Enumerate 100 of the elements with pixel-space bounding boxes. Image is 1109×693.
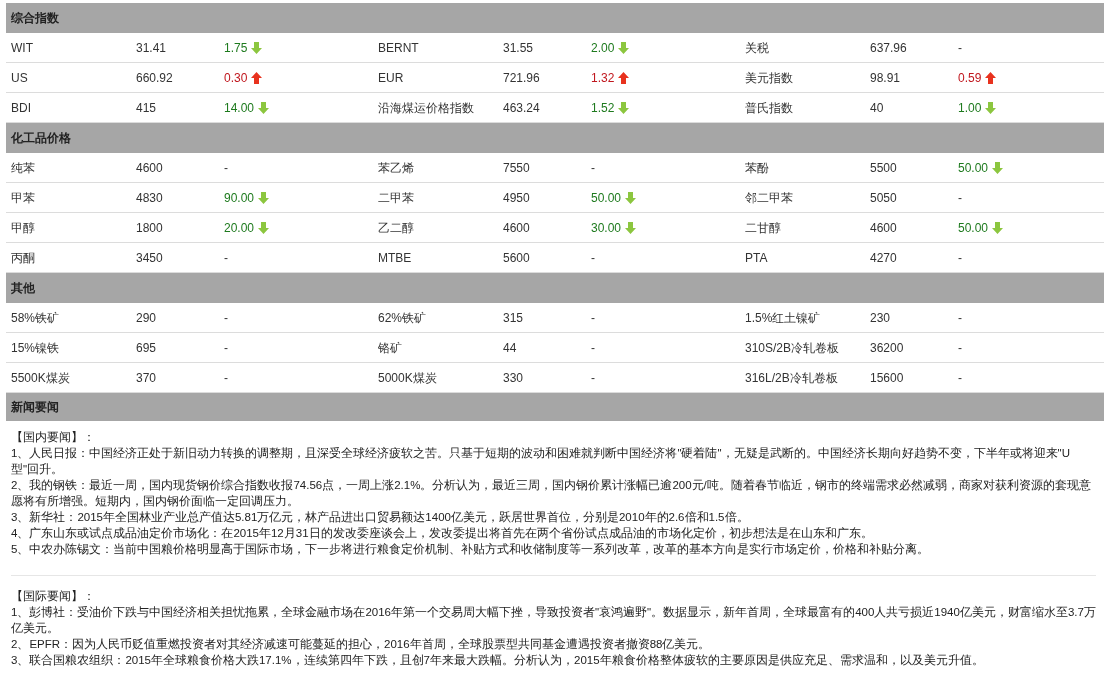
item-change: 2.00 xyxy=(591,39,615,57)
item-change: - xyxy=(958,189,962,207)
item-change: 20.00 xyxy=(224,219,255,237)
item-change: 30.00 xyxy=(591,219,622,237)
item-change: 50.00 xyxy=(591,189,622,207)
item-value: 4600 xyxy=(136,159,164,177)
news-item: 3、新华社：2015年全国林业产业总产值达5.81万亿元，林产品进出口贸易额达1400亿美元，跃居世界首位，分别是2010年的2.6倍和1.5倍。 xyxy=(11,510,750,525)
item-change: 14.00 xyxy=(224,99,255,117)
item-value: 4600 xyxy=(503,219,531,237)
item-change: - xyxy=(958,309,962,327)
item-value: 370 xyxy=(136,369,158,387)
item-name: 纯苯 xyxy=(10,159,36,177)
item-change: - xyxy=(958,339,962,357)
item-value: 4830 xyxy=(136,189,164,207)
item-name: 15%镍铁 xyxy=(10,339,61,357)
item-change: - xyxy=(224,309,228,327)
item-change: 50.00 xyxy=(958,159,989,177)
news-item: 3、联合国粮农组织：2015年全球粮食价格大跌17.1%，连续第四年下跌，且创7年来最大跌幅。分析认为，2015年粮食价格整体疲软的主要原因是供应充足、需求温和，以及美元升值。 xyxy=(11,653,985,668)
item-name: 310S/2B冷轧卷板 xyxy=(744,339,841,357)
item-change: - xyxy=(591,249,595,267)
item-value: 15600 xyxy=(870,369,905,387)
item-change: - xyxy=(224,249,228,267)
item-change: - xyxy=(591,159,595,177)
item-change: - xyxy=(591,369,595,387)
item-value: 230 xyxy=(870,309,892,327)
item-name: 关税 xyxy=(744,39,770,57)
item-change: - xyxy=(224,339,228,357)
item-value: 330 xyxy=(503,369,525,387)
item-value: 290 xyxy=(136,309,158,327)
item-value: 4600 xyxy=(870,219,898,237)
item-value: 4270 xyxy=(870,249,898,267)
item-name: 甲醇 xyxy=(10,219,36,237)
item-name: 二甲苯 xyxy=(377,189,415,207)
news-item: 1、人民日报：中国经济正处于新旧动力转换的调整期，且深受全球经济疲软之苦。只基于短期的波动和困难就判断中国经济将"硬着陆"，无疑是武断的。中国经济长期向好趋势不变，下半年或将迎来"U型"回升。 xyxy=(11,446,1071,477)
item-name: BERNT xyxy=(377,39,420,57)
item-name: 乙二醇 xyxy=(377,219,415,237)
item-value: 660.92 xyxy=(136,69,174,87)
item-change: 1.75 xyxy=(224,39,248,57)
item-change: - xyxy=(958,249,962,267)
item-change: 0.59 xyxy=(958,69,982,87)
item-name: 丙酮 xyxy=(10,249,36,267)
news-item: 2、我的钢铁：最近一周，国内现货钢价综合指数收报74.56点，一周上涨2.1%。分析认为，最近三周，国内钢价累计涨幅已逾200元/吨。随着春节临近，钢市的终端需求必然减弱，商家对获利资源的套现意愿将有所增强。短期内，国内钢价面临一定回调压力。 xyxy=(11,478,1092,509)
item-value: 315 xyxy=(503,309,525,327)
section-header: 新闻要闻 xyxy=(6,393,1104,421)
item-change: 1.52 xyxy=(591,99,615,117)
item-name: 铬矿 xyxy=(377,339,403,357)
item-value: 98.91 xyxy=(870,69,902,87)
item-value: 44 xyxy=(503,339,518,357)
item-change: - xyxy=(958,369,962,387)
item-name: 甲苯 xyxy=(10,189,36,207)
item-name: 1.5%红土镍矿 xyxy=(744,309,822,327)
item-value: 5600 xyxy=(503,249,531,267)
item-value: 5500 xyxy=(870,159,898,177)
item-value: 40 xyxy=(870,99,885,117)
news-heading: 【国内要闻】： xyxy=(11,430,96,445)
item-name: 5000K煤炭 xyxy=(377,369,438,387)
item-name: 普氏指数 xyxy=(744,99,794,117)
item-value: 7550 xyxy=(503,159,531,177)
item-value: 4950 xyxy=(503,189,531,207)
section-header: 其他 xyxy=(6,273,1104,303)
news-item: 1、彭博社：受油价下跌与中国经济相关担忧拖累，全球金融市场在2016年第一个交易周大幅下挫，导致投资者"哀鸿遍野"。数据显示，新年首周，全球最富有的400人共亏损近1940亿美元，财富缩水至3.7万亿美元。 xyxy=(11,605,1096,636)
item-name: BDI xyxy=(10,99,32,117)
item-name: PTA xyxy=(744,249,769,267)
item-change: 1.00 xyxy=(958,99,982,117)
item-name: 苯乙烯 xyxy=(377,159,415,177)
item-name: 58%铁矿 xyxy=(10,309,61,327)
item-name: WIT xyxy=(10,39,34,57)
item-change: 0.30 xyxy=(224,69,248,87)
item-name: 二甘醇 xyxy=(744,219,782,237)
item-name: 5500K煤炭 xyxy=(10,369,71,387)
news-item: 2、EPFR：因为人民币贬值重燃投资者对其经济减速可能蔓延的担心，2016年首周，全球股票型共同基金遭遇投资者撤资88亿美元。 xyxy=(11,637,712,652)
news-heading: 【国际要闻】： xyxy=(11,589,96,604)
item-name: 62%铁矿 xyxy=(377,309,428,327)
item-name: EUR xyxy=(377,69,405,87)
item-value: 5050 xyxy=(870,189,898,207)
item-value: 1800 xyxy=(136,219,164,237)
item-change: 1.32 xyxy=(591,69,615,87)
section-header: 化工品价格 xyxy=(6,123,1104,153)
item-change: 90.00 xyxy=(224,189,255,207)
item-change: - xyxy=(224,159,228,177)
item-change: - xyxy=(958,39,962,57)
news-item: 5、中农办陈锡文：当前中国粮价格明显高于国际市场，下一步将进行粮食定价机制、补贴方式和收储制度等一系列改革，改革的基本方向是实行市场定价，价格和补贴分离。 xyxy=(11,542,931,557)
item-value: 721.96 xyxy=(503,69,541,87)
item-name: 沿海煤运价格指数 xyxy=(377,99,475,117)
item-change: 50.00 xyxy=(958,219,989,237)
item-name: US xyxy=(10,69,29,87)
item-name: 316L/2B冷轧卷板 xyxy=(744,369,839,387)
item-name: 苯酚 xyxy=(744,159,770,177)
item-name: 美元指数 xyxy=(744,69,794,87)
item-value: 3450 xyxy=(136,249,164,267)
item-change: - xyxy=(591,309,595,327)
item-change: - xyxy=(591,339,595,357)
item-value: 637.96 xyxy=(870,39,908,57)
item-value: 36200 xyxy=(870,339,905,357)
news-item: 4、广东山东或试点成品油定价市场化：在2015年12月31日的发改委座谈会上，发改委提出将首先在两个省份试点成品油的市场化定价，初步想法是在山东和广东。 xyxy=(11,526,874,541)
item-value: 463.24 xyxy=(503,99,541,117)
item-name: MTBE xyxy=(377,249,413,267)
item-value: 695 xyxy=(136,339,158,357)
item-value: 415 xyxy=(136,99,158,117)
section-header: 综合指数 xyxy=(6,3,1104,33)
